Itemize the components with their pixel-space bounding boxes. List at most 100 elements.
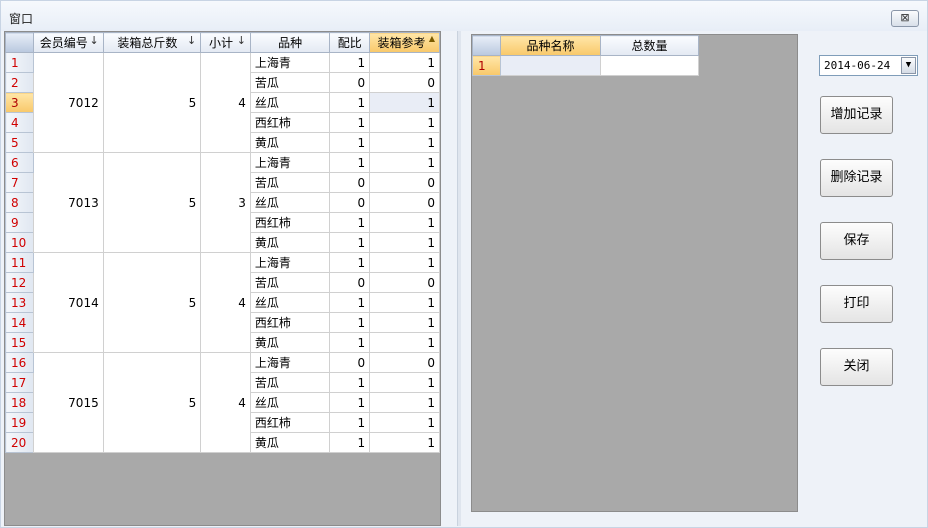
- row-number[interactable]: 12: [5, 272, 34, 293]
- cell-variety[interactable]: 黄瓜: [249, 132, 331, 153]
- chevron-down-icon[interactable]: ▼: [901, 57, 916, 74]
- delete-record-button[interactable]: 删除记录: [820, 159, 893, 197]
- cell-packing-ref[interactable]: 1: [369, 152, 440, 173]
- cell-packing-ref[interactable]: 1: [369, 132, 440, 153]
- cell-variety[interactable]: 上海青: [249, 352, 331, 373]
- cell-packing-ref[interactable]: 1: [369, 292, 440, 313]
- cell-variety[interactable]: 丝瓜: [249, 192, 331, 213]
- cell-variety[interactable]: 苦瓜: [249, 372, 331, 393]
- cell-ratio[interactable]: 1: [329, 92, 371, 113]
- row-number[interactable]: 10: [5, 232, 34, 253]
- col-header-member-id[interactable]: 会员编号 ↓: [32, 32, 104, 53]
- cell-ratio[interactable]: 1: [329, 312, 371, 333]
- col-header-variety-name[interactable]: 品种名称: [500, 35, 601, 56]
- cell-packing-ref[interactable]: 1: [369, 252, 440, 273]
- col-header-total-qty[interactable]: 总数量: [600, 35, 699, 56]
- summary-cell-qty[interactable]: [600, 55, 699, 76]
- summary-cell-name[interactable]: [500, 55, 601, 76]
- cell-variety[interactable]: 西红柿: [249, 412, 331, 433]
- row-number[interactable]: 11: [5, 252, 34, 273]
- cell-ratio[interactable]: 1: [329, 432, 371, 453]
- cell-packing-ref[interactable]: 1: [369, 412, 440, 433]
- cell-total-jin[interactable]: 5: [102, 152, 202, 253]
- cell-ratio[interactable]: 1: [329, 152, 371, 173]
- row-number[interactable]: 2: [5, 72, 34, 93]
- cell-subtotal[interactable]: 4: [200, 52, 251, 153]
- cell-packing-ref[interactable]: 1: [369, 212, 440, 233]
- cell-ratio[interactable]: 1: [329, 212, 371, 233]
- add-record-button[interactable]: 增加记录: [820, 96, 893, 134]
- cell-packing-ref[interactable]: 1: [369, 112, 440, 133]
- panel-splitter[interactable]: [457, 31, 461, 526]
- cell-ratio[interactable]: 1: [329, 412, 371, 433]
- row-number[interactable]: 7: [5, 172, 34, 193]
- cell-ratio[interactable]: 0: [329, 272, 371, 293]
- cell-member-id[interactable]: 7013: [32, 152, 104, 253]
- grid-corner[interactable]: [5, 32, 34, 53]
- row-number[interactable]: 4: [5, 112, 34, 133]
- cell-variety[interactable]: 苦瓜: [249, 72, 331, 93]
- print-button[interactable]: 打印: [820, 285, 893, 323]
- summary-grid[interactable]: 品种名称 总数量 1: [471, 34, 798, 512]
- cell-member-id[interactable]: 7014: [32, 252, 104, 353]
- row-number[interactable]: 19: [5, 412, 34, 433]
- cell-variety[interactable]: 黄瓜: [249, 232, 331, 253]
- cell-variety[interactable]: 上海青: [249, 52, 331, 73]
- summary-row[interactable]: 1: [472, 55, 699, 76]
- cell-packing-ref[interactable]: 1: [369, 232, 440, 253]
- cell-ratio[interactable]: 1: [329, 392, 371, 413]
- cell-variety[interactable]: 西红柿: [249, 212, 331, 233]
- row-number[interactable]: 5: [5, 132, 34, 153]
- cell-ratio[interactable]: 1: [329, 372, 371, 393]
- cell-ratio[interactable]: 1: [329, 332, 371, 353]
- cell-subtotal[interactable]: 4: [200, 352, 251, 453]
- cell-variety[interactable]: 上海青: [249, 152, 331, 173]
- table-row[interactable]: 1 7012 5 4 上海青 1 1: [5, 52, 440, 153]
- cell-variety[interactable]: 黄瓜: [249, 432, 331, 453]
- table-row[interactable]: 11 7014 5 4 上海青 1 1: [5, 252, 440, 353]
- cell-packing-ref[interactable]: 0: [369, 172, 440, 193]
- row-number[interactable]: 8: [5, 192, 34, 213]
- close-window-button[interactable]: ⊠: [891, 10, 919, 27]
- cell-packing-ref[interactable]: 0: [369, 272, 440, 293]
- row-number[interactable]: 16: [5, 352, 34, 373]
- cell-variety[interactable]: 苦瓜: [249, 272, 331, 293]
- cell-subtotal[interactable]: 3: [200, 152, 251, 253]
- cell-ratio[interactable]: 1: [329, 252, 371, 273]
- cell-variety[interactable]: 西红柿: [249, 312, 331, 333]
- cell-variety[interactable]: 丝瓜: [249, 92, 331, 113]
- cell-ratio[interactable]: 0: [329, 72, 371, 93]
- cell-total-jin[interactable]: 5: [102, 352, 202, 453]
- col-header-subtotal[interactable]: 小计 ↓: [200, 32, 251, 53]
- cell-packing-ref[interactable]: 1: [369, 432, 440, 453]
- cell-ratio[interactable]: 0: [329, 192, 371, 213]
- row-number[interactable]: 3: [5, 92, 34, 113]
- cell-variety[interactable]: 丝瓜: [249, 292, 331, 313]
- cell-variety[interactable]: 上海青: [249, 252, 331, 273]
- cell-member-id[interactable]: 7015: [32, 352, 104, 453]
- cell-ratio[interactable]: 0: [329, 172, 371, 193]
- cell-packing-ref[interactable]: 1: [369, 312, 440, 333]
- row-number[interactable]: 17: [5, 372, 34, 393]
- cell-ratio[interactable]: 0: [329, 352, 371, 373]
- row-number[interactable]: 9: [5, 212, 34, 233]
- cell-packing-ref[interactable]: 0: [369, 192, 440, 213]
- cell-ratio[interactable]: 1: [329, 232, 371, 253]
- col-header-variety[interactable]: 品种: [249, 32, 331, 53]
- cell-total-jin[interactable]: 5: [102, 252, 202, 353]
- cell-variety[interactable]: 黄瓜: [249, 332, 331, 353]
- date-picker[interactable]: 2014-06-24 ▼: [819, 55, 918, 76]
- cell-variety[interactable]: 丝瓜: [249, 392, 331, 413]
- summary-grid-corner[interactable]: [472, 35, 501, 56]
- cell-subtotal[interactable]: 4: [200, 252, 251, 353]
- cell-variety[interactable]: 苦瓜: [249, 172, 331, 193]
- cell-packing-ref[interactable]: 1: [369, 372, 440, 393]
- row-number[interactable]: 6: [5, 152, 34, 173]
- row-number[interactable]: 1: [5, 52, 34, 73]
- close-button[interactable]: 关闭: [820, 348, 893, 386]
- cell-packing-ref[interactable]: 0: [369, 72, 440, 93]
- cell-packing-ref[interactable]: 0: [369, 352, 440, 373]
- col-header-ratio[interactable]: 配比: [329, 32, 371, 53]
- col-header-total-jin[interactable]: 装箱总斤数 ↓: [102, 32, 202, 53]
- cell-packing-ref[interactable]: 1: [369, 52, 440, 73]
